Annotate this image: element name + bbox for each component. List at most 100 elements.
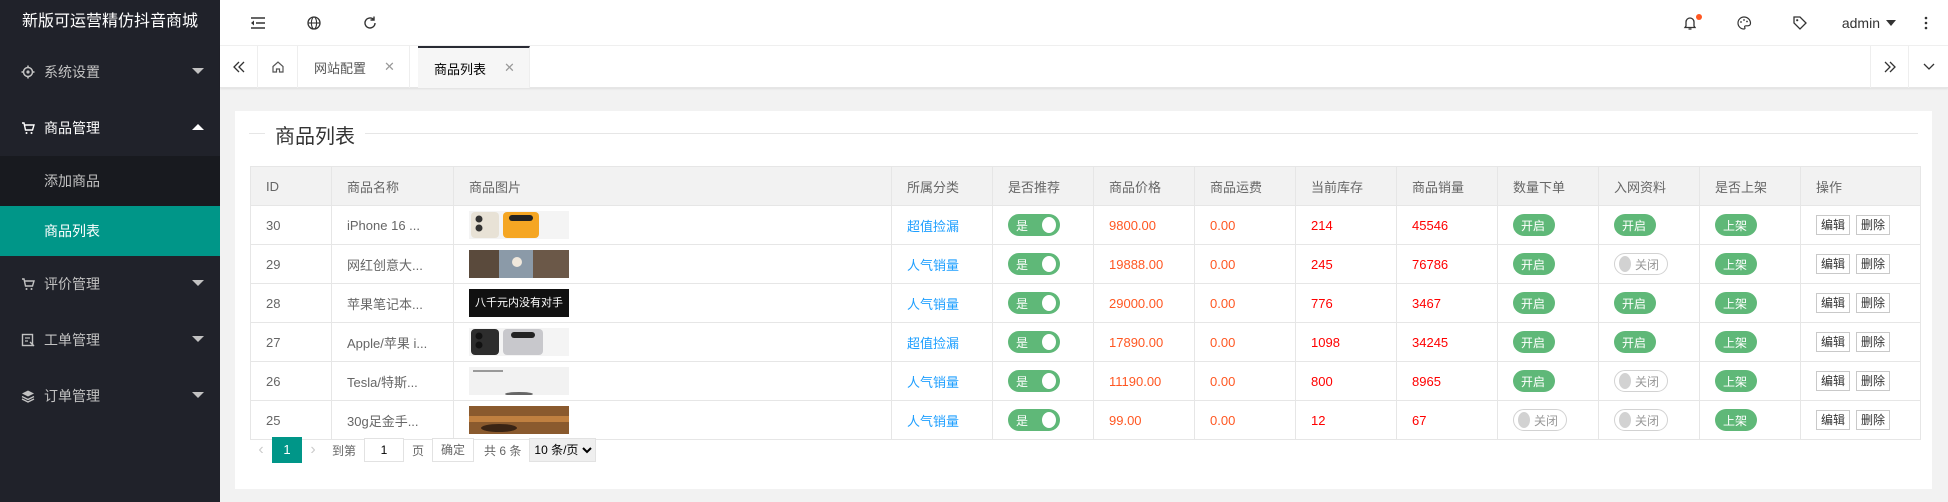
toggle-switch-off[interactable]: 关闭 [1614, 370, 1668, 392]
tab-product-list[interactable]: 商品列表 ✕ [418, 46, 530, 88]
indent-icon [251, 17, 265, 29]
sidebar-item-review-management[interactable]: 评价管理 [0, 256, 220, 312]
edit-button[interactable]: 编辑 [1816, 215, 1851, 235]
tabs-menu-button[interactable] [1908, 46, 1948, 88]
delete-button[interactable]: 删除 [1856, 410, 1891, 430]
cell-category[interactable]: 超值捡漏 [891, 205, 993, 245]
listed-switch[interactable]: 上架 [1715, 331, 1757, 353]
cart-icon [20, 276, 36, 292]
sidebar-item-product-management[interactable]: 商品管理 [0, 100, 220, 156]
sidebar-item-system-settings[interactable]: 系统设置 [0, 44, 220, 100]
toggle-switch-on[interactable]: 开启 [1513, 292, 1555, 314]
switch-knob [1042, 373, 1056, 389]
cell-category[interactable]: 人气销量 [891, 283, 993, 323]
next-page-button[interactable]: › [302, 441, 324, 459]
delete-button[interactable]: 删除 [1856, 371, 1891, 391]
title-divider [249, 133, 1918, 134]
recommend-switch[interactable]: 是 [1008, 370, 1060, 392]
recommend-switch[interactable]: 是 [1008, 331, 1060, 353]
listed-switch[interactable]: 上架 [1715, 292, 1757, 314]
edit-button[interactable]: 编辑 [1816, 371, 1851, 391]
toggle-switch-on[interactable]: 开启 [1614, 214, 1656, 236]
delete-button[interactable]: 删除 [1856, 332, 1891, 352]
page-size-select[interactable]: 10 条/页 [529, 438, 597, 462]
switch-knob [1042, 217, 1056, 233]
listed-switch[interactable]: 上架 [1715, 253, 1757, 275]
close-icon[interactable]: ✕ [384, 59, 395, 75]
column-header: 商品销量 [1396, 166, 1498, 206]
product-image [469, 328, 891, 356]
cell-id: 30 [250, 205, 332, 245]
user-menu[interactable]: admin [1842, 0, 1896, 46]
product-image [469, 367, 891, 395]
cell-price: 99.00 [1093, 400, 1195, 440]
toggle-switch-on[interactable]: 开启 [1614, 331, 1656, 353]
theme-button[interactable] [1724, 0, 1764, 46]
goto-page-input[interactable] [364, 438, 405, 462]
switch-label: 上架 [1723, 374, 1748, 389]
collapse-menu-button[interactable] [238, 0, 278, 46]
switch-knob [1042, 412, 1056, 428]
column-header: 操作 [1800, 166, 1921, 206]
recommend-switch[interactable]: 是 [1008, 253, 1060, 275]
website-button[interactable] [294, 0, 334, 46]
toggle-switch-off[interactable]: 关闭 [1513, 409, 1567, 431]
current-page[interactable]: 1 [272, 437, 302, 463]
cell-sales: 45546 [1396, 205, 1498, 245]
sidebar-item-order-management[interactable]: 订单管理 [0, 368, 220, 424]
sidebar-item-ticket-management[interactable]: 工单管理 [0, 312, 220, 368]
recommend-switch[interactable]: 是 [1008, 214, 1060, 236]
recommend-switch[interactable]: 是 [1008, 409, 1060, 431]
listed-switch[interactable]: 上架 [1715, 409, 1757, 431]
tabs-scroll-right-button[interactable] [1870, 46, 1908, 88]
close-icon[interactable]: ✕ [504, 60, 515, 76]
cell-listed: 上架 [1699, 205, 1801, 245]
cell-image [453, 322, 892, 362]
edit-button[interactable]: 编辑 [1816, 293, 1851, 313]
sidebar-item-label: 商品管理 [44, 120, 100, 136]
goto-confirm-button[interactable]: 确定 [432, 438, 475, 462]
tag-button[interactable] [1780, 0, 1820, 46]
cell-recommend: 是 [992, 244, 1094, 284]
cell-actions: 编辑 删除 [1800, 205, 1921, 245]
switch-knob [1042, 295, 1056, 311]
edit-button[interactable]: 编辑 [1816, 254, 1851, 274]
delete-button[interactable]: 删除 [1856, 215, 1891, 235]
delete-button[interactable]: 删除 [1856, 254, 1891, 274]
tabs-scroll-left-button[interactable] [220, 46, 258, 88]
goto-label: 到第 [332, 443, 357, 458]
toggle-switch-on[interactable]: 开启 [1513, 331, 1555, 353]
refresh-button[interactable] [350, 0, 390, 46]
notifications-button[interactable] [1670, 0, 1710, 46]
toggle-switch-on[interactable]: 开启 [1513, 214, 1555, 236]
tab-site-config[interactable]: 网站配置 ✕ [298, 46, 410, 88]
toggle-switch-off[interactable]: 关闭 [1614, 253, 1668, 275]
toggle-switch-on[interactable]: 开启 [1513, 370, 1555, 392]
toggle-switch-on[interactable]: 开启 [1513, 253, 1555, 275]
sidebar-item-add-product[interactable]: 添加商品 [0, 156, 220, 206]
gear-icon [20, 64, 36, 80]
cell-category[interactable]: 人气销量 [891, 361, 993, 401]
edit-button[interactable]: 编辑 [1816, 410, 1851, 430]
prev-page-button[interactable]: ‹ [250, 441, 272, 459]
more-button[interactable] [1906, 0, 1946, 46]
switch-label: 是 [1016, 296, 1029, 311]
sidebar-item-product-list[interactable]: 商品列表 [0, 206, 220, 256]
cell-qty-order: 开启 [1497, 205, 1599, 245]
cell-category[interactable]: 人气销量 [891, 400, 993, 440]
recommend-switch[interactable]: 是 [1008, 292, 1060, 314]
tab-label: 网站配置 [314, 60, 367, 76]
cell-category[interactable]: 超值捡漏 [891, 322, 993, 362]
listed-switch[interactable]: 上架 [1715, 214, 1757, 236]
cell-stock: 1098 [1295, 322, 1397, 362]
table-row: 29 网红创意大... 人气销量 是 19888.00 0.00 245 76786 开启 关闭 上… [250, 244, 1921, 284]
edit-button[interactable]: 编辑 [1816, 332, 1851, 352]
listed-switch[interactable]: 上架 [1715, 370, 1757, 392]
cell-shipping: 0.00 [1194, 244, 1296, 284]
delete-button[interactable]: 删除 [1856, 293, 1891, 313]
toggle-switch-off[interactable]: 关闭 [1614, 409, 1668, 431]
cell-category[interactable]: 人气销量 [891, 244, 993, 284]
app-title: 新版可运营精仿抖音商城 [0, 0, 220, 44]
tab-home[interactable] [258, 46, 298, 88]
toggle-switch-on[interactable]: 开启 [1614, 292, 1656, 314]
